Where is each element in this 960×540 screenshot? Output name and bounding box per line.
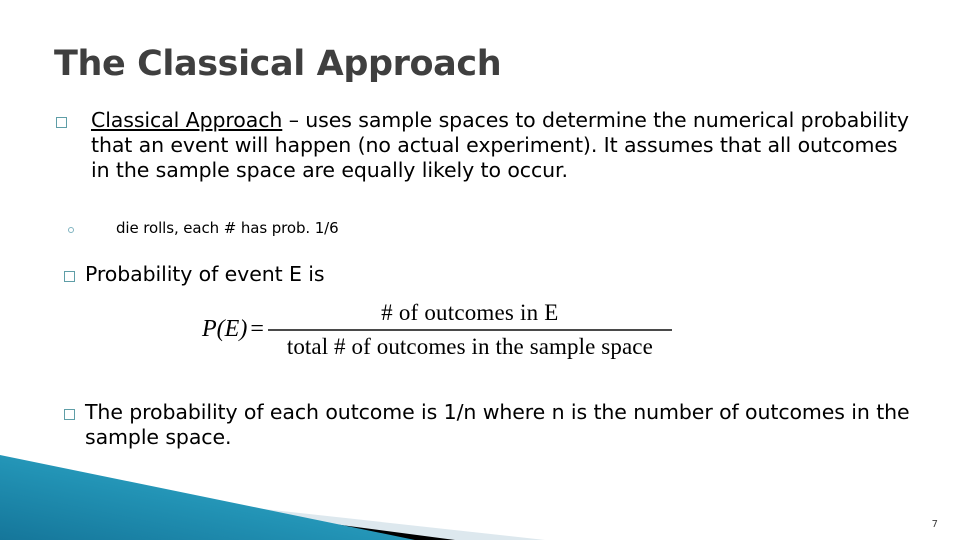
page-title: The Classical Approach [54,44,502,84]
list-item-lead-underlined: Classical Approach [91,108,283,132]
square-bullet-icon [56,117,67,128]
list-item-probability-each-outcome: The probability of each outcome is 1/n w… [64,400,924,450]
formula-denominator: total # of outcomes in the sample space [286,333,653,359]
probability-formula: P(E) = # of outcomes in E total # of out… [202,298,672,362]
page-number: 7 [931,519,938,530]
formula-equals-sign: = [250,316,264,343]
corner-decoration-graphic [0,455,545,540]
list-item-text: Probability of event E is [85,262,325,286]
sub-list-item-text: die rolls, each # has prob. 1/6 [116,219,339,237]
square-bullet-icon [64,409,75,420]
list-item-text: Classical Approach – uses sample spaces … [91,108,916,183]
decoration-black-band [0,480,455,540]
formula-numerator: # of outcomes in E [381,300,559,325]
list-item-classical-approach: Classical Approach – uses sample spaces … [56,108,916,183]
list-item-die-rolls: die rolls, each # has prob. 1/6 [68,218,768,239]
list-item-probability-of-event: Probability of event E is [64,262,764,287]
decoration-teal-triangle [0,455,415,540]
decoration-pale-band [0,480,545,540]
square-bullet-icon [64,271,75,282]
formula-fraction: # of outcomes in E total # of outcomes i… [267,298,672,362]
formula-fraction-bar [267,329,672,331]
circle-bullet-icon [68,227,74,233]
list-item-text: The probability of each outcome is 1/n w… [85,400,910,449]
formula-left-side: P(E) [202,316,248,343]
slide-canvas: The Classical Approach Classical Approac… [0,0,960,540]
